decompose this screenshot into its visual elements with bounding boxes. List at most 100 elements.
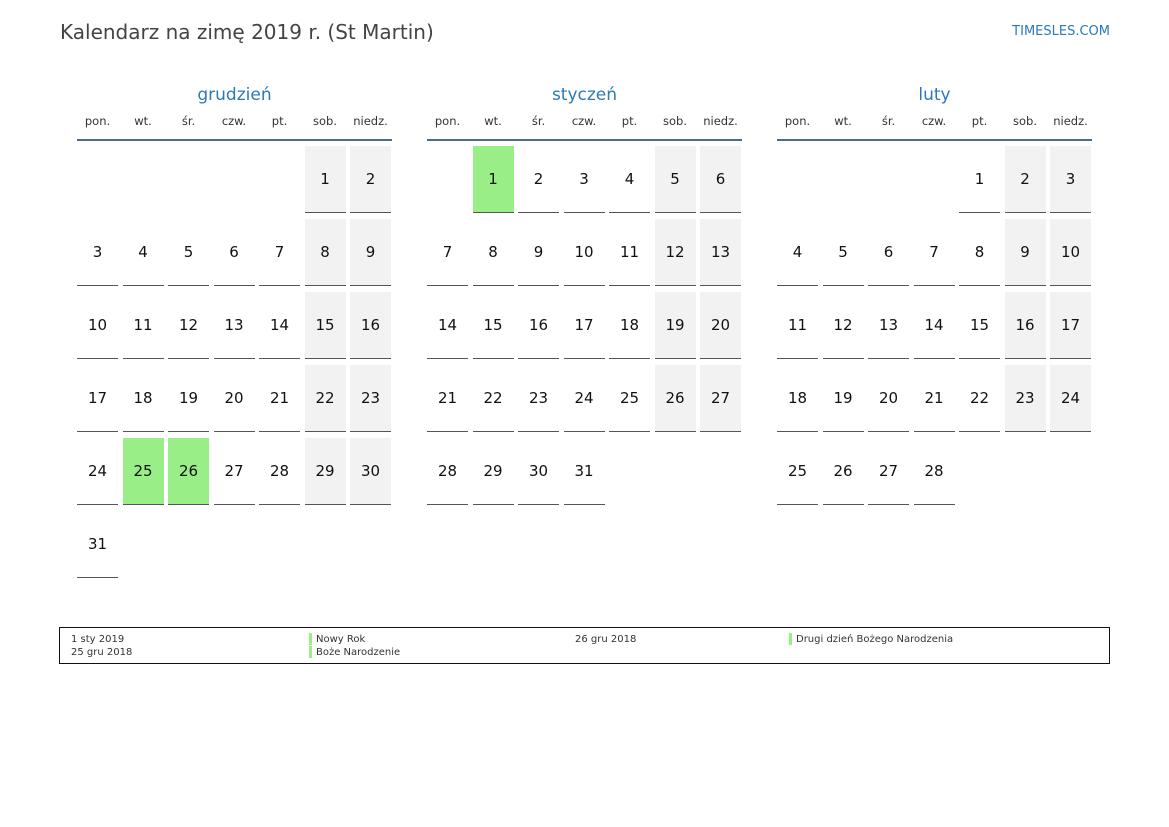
day-cell[interactable]: 9 — [518, 219, 559, 286]
day-cell[interactable]: 8 — [959, 219, 1000, 286]
day-cell[interactable]: 15 — [472, 292, 514, 359]
day-cell[interactable]: 17 — [1050, 292, 1091, 359]
day-cell[interactable]: 26 — [168, 438, 209, 505]
day-cell[interactable]: 23 — [518, 365, 559, 432]
day-cell[interactable]: 14 — [259, 292, 300, 359]
day-cell[interactable]: 16 — [350, 292, 391, 359]
day-cell[interactable]: 20 — [213, 365, 255, 432]
day-cell[interactable]: 29 — [472, 438, 514, 505]
day-cell[interactable]: 5 — [822, 219, 864, 286]
day-cell[interactable]: 3 — [563, 146, 605, 213]
day-cell[interactable]: 6 — [868, 219, 909, 286]
day-cell[interactable]: 17 — [563, 292, 605, 359]
day-cell[interactable]: 30 — [518, 438, 559, 505]
day-cell[interactable]: 21 — [913, 365, 955, 432]
day-cell[interactable]: 6 — [700, 146, 741, 213]
day-cell[interactable]: 2 — [1004, 146, 1046, 213]
day-cell[interactable]: 2 — [350, 146, 391, 213]
day-cell[interactable]: 25 — [122, 438, 164, 505]
day-cell[interactable]: 7 — [259, 219, 300, 286]
day-cell[interactable]: 28 — [259, 438, 300, 505]
day-cell[interactable]: 27 — [868, 438, 909, 505]
day-cell[interactable]: 17 — [77, 365, 118, 432]
day-cell[interactable]: 24 — [1050, 365, 1091, 432]
day-cell[interactable]: 29 — [304, 438, 346, 505]
day-cell[interactable]: 18 — [122, 365, 164, 432]
day-cell[interactable]: 5 — [168, 219, 209, 286]
day-cell[interactable]: 16 — [1004, 292, 1046, 359]
day-cell[interactable]: 6 — [213, 219, 255, 286]
day-cell[interactable]: 27 — [700, 365, 741, 432]
day-cell[interactable]: 10 — [563, 219, 605, 286]
week-row: 4 5 6 7 8 9 10 — [777, 219, 1092, 286]
day-cell[interactable]: 24 — [77, 438, 118, 505]
day-cell[interactable]: 22 — [959, 365, 1000, 432]
day-cell[interactable]: 15 — [304, 292, 346, 359]
day-cell[interactable]: 3 — [77, 219, 118, 286]
day-cell[interactable]: 31 — [77, 511, 118, 578]
day-cell[interactable]: 4 — [777, 219, 818, 286]
day-cell[interactable]: 12 — [822, 292, 864, 359]
day-cell[interactable]: 3 — [1050, 146, 1091, 213]
day-cell[interactable]: 4 — [122, 219, 164, 286]
day-cell[interactable]: 26 — [822, 438, 864, 505]
day-cell[interactable]: 21 — [259, 365, 300, 432]
day-cell[interactable]: 12 — [168, 292, 209, 359]
day-cell[interactable]: 14 — [913, 292, 955, 359]
day-cell[interactable]: 28 — [913, 438, 955, 505]
day-cell[interactable]: 5 — [654, 146, 696, 213]
day-cell[interactable]: 10 — [1050, 219, 1091, 286]
day-cell[interactable]: 23 — [350, 365, 391, 432]
weekday-label: niedz. — [1053, 114, 1088, 128]
day-cell[interactable]: 25 — [777, 438, 818, 505]
site-link[interactable]: TIMESLES.COM — [1012, 24, 1110, 39]
day-cell[interactable]: 1 — [304, 146, 346, 213]
day-cell[interactable]: 7 — [913, 219, 955, 286]
day-cell[interactable]: 11 — [122, 292, 164, 359]
day-cell[interactable]: 28 — [427, 438, 468, 505]
day-cell[interactable]: 22 — [304, 365, 346, 432]
day-cell[interactable]: 11 — [777, 292, 818, 359]
day-cell[interactable]: 19 — [654, 292, 696, 359]
empty-day-cell — [259, 511, 300, 578]
day-cell[interactable]: 31 — [563, 438, 605, 505]
day-cell[interactable]: 13 — [700, 219, 741, 286]
day-cell[interactable]: 16 — [518, 292, 559, 359]
day-cell[interactable]: 8 — [304, 219, 346, 286]
empty-day-cell — [305, 511, 346, 578]
day-cell[interactable]: 15 — [959, 292, 1000, 359]
day-cell[interactable]: 19 — [822, 365, 864, 432]
day-cell[interactable]: 13 — [868, 292, 909, 359]
day-cell[interactable]: 7 — [427, 219, 468, 286]
day-cell[interactable]: 26 — [654, 365, 696, 432]
day-cell[interactable]: 1 — [959, 146, 1000, 213]
day-cell[interactable]: 12 — [654, 219, 696, 286]
day-cell[interactable]: 4 — [609, 146, 650, 213]
day-cell[interactable]: 20 — [700, 292, 741, 359]
day-cell[interactable]: 30 — [350, 438, 391, 505]
day-cell[interactable]: 25 — [609, 365, 650, 432]
day-grid: 1 2 3 4 5 6 7 8 9 10 11 12 13 14 15 16 17 18 19 20 21 22 23 24 2… — [777, 146, 1092, 505]
day-cell[interactable]: 10 — [77, 292, 118, 359]
week-row: 17 18 19 20 21 22 23 — [77, 365, 392, 432]
day-cell[interactable]: 27 — [213, 438, 255, 505]
day-cell[interactable]: 1 — [472, 146, 514, 213]
day-cell[interactable]: 19 — [168, 365, 209, 432]
day-cell[interactable]: 2 — [518, 146, 559, 213]
day-cell[interactable]: 8 — [472, 219, 514, 286]
day-cell[interactable]: 18 — [777, 365, 818, 432]
day-cell[interactable]: 20 — [868, 365, 909, 432]
day-cell[interactable]: 21 — [427, 365, 468, 432]
week-row: 3456789 — [77, 219, 392, 286]
day-cell[interactable]: 24 — [563, 365, 605, 432]
day-cell[interactable]: 18 — [609, 292, 650, 359]
weekday-label: pon. — [434, 114, 461, 128]
day-cell[interactable]: 22 — [472, 365, 514, 432]
day-cell[interactable]: 14 — [427, 292, 468, 359]
weekday-header: pon. wt. śr. czw. pt. sob. niedz. — [427, 114, 742, 134]
day-cell[interactable]: 11 — [609, 219, 650, 286]
day-cell[interactable]: 23 — [1004, 365, 1046, 432]
day-cell[interactable]: 9 — [1004, 219, 1046, 286]
day-cell[interactable]: 9 — [350, 219, 391, 286]
day-cell[interactable]: 13 — [213, 292, 255, 359]
